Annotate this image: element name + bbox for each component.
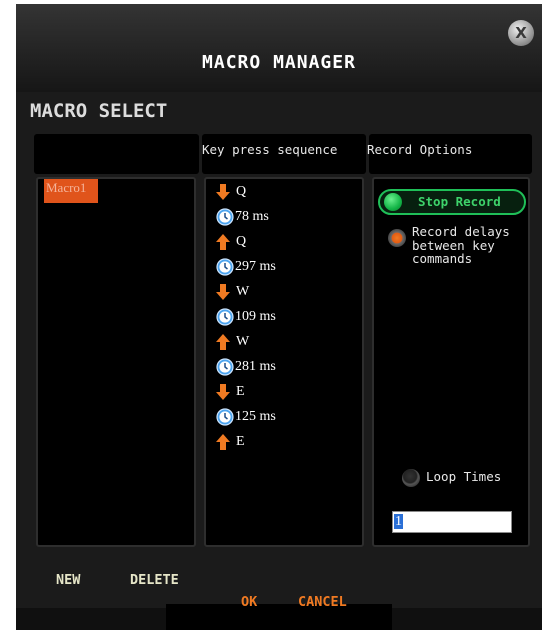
arrow-down-icon — [216, 184, 230, 200]
delete-button[interactable]: DELETE — [130, 572, 179, 588]
key-sequence-list[interactable]: Q 78 ms Q 297 ms W 109 ms W 281 ms E 125 ms E — [204, 177, 364, 547]
record-delays-label: Record delays between key commands — [412, 224, 510, 266]
clock-icon — [216, 408, 234, 426]
sequence-step[interactable]: Q — [216, 180, 246, 204]
sequence-step[interactable]: 281 ms — [216, 355, 276, 379]
sequence-step-label: 297 ms — [235, 259, 276, 274]
sequence-step-label: 109 ms — [235, 309, 276, 324]
sequence-step[interactable]: E — [216, 380, 245, 404]
sequence-step-label: Q — [236, 234, 247, 249]
bottom-button-bar — [166, 604, 392, 630]
title-bar: MACRO MANAGER X — [16, 4, 542, 92]
sequence-column-label: Key press sequence — [202, 142, 338, 157]
sequence-step-label: 281 ms — [235, 359, 276, 374]
loop-times-value: 1 — [394, 514, 403, 529]
record-column-header: Record Options — [367, 134, 532, 174]
arrow-down-icon — [216, 284, 230, 300]
stop-record-button[interactable]: Stop Record — [378, 189, 526, 215]
close-icon[interactable]: X — [508, 20, 534, 46]
clock-icon — [216, 308, 234, 326]
sequence-step-label: 78 ms — [235, 209, 269, 224]
sequence-step[interactable]: W — [216, 330, 249, 354]
macros-column-header — [34, 134, 199, 174]
record-column-label: Record Options — [367, 142, 473, 157]
sequence-step[interactable]: E — [216, 430, 245, 454]
arrow-up-icon — [216, 434, 230, 450]
clock-icon — [216, 258, 234, 276]
record-delays-radio[interactable] — [388, 229, 406, 247]
sequence-step-label: E — [236, 434, 245, 449]
sequence-step-label: Q — [236, 184, 247, 199]
arrow-down-icon — [216, 384, 230, 400]
sequence-step[interactable]: 125 ms — [216, 405, 276, 429]
macro-list-item[interactable]: Macro1 — [44, 179, 98, 203]
arrow-up-icon — [216, 334, 230, 350]
sequence-step[interactable]: W — [216, 280, 249, 304]
ok-button[interactable]: OK — [241, 594, 257, 610]
sequence-step-label: E — [236, 384, 245, 399]
record-options-panel: Stop Record Record delays between key co… — [372, 177, 530, 547]
sequence-step[interactable]: Q — [216, 230, 246, 254]
arrow-up-icon — [216, 234, 230, 250]
record-indicator-icon — [384, 193, 402, 211]
sequence-step[interactable]: 297 ms — [216, 255, 276, 279]
section-title: MACRO SELECT — [30, 100, 168, 122]
loop-times-input[interactable]: 1 — [392, 511, 512, 533]
loop-times-label: Loop Times — [426, 469, 502, 484]
sequence-step-label: W — [236, 334, 250, 349]
clock-icon — [216, 358, 234, 376]
sequence-step[interactable]: 78 ms — [216, 205, 269, 229]
sequence-step[interactable]: 109 ms — [216, 305, 276, 329]
sequence-column-header: Key press sequence — [202, 134, 366, 174]
cancel-button[interactable]: CANCEL — [298, 594, 347, 610]
window-title: MACRO MANAGER — [202, 52, 356, 73]
loop-times-radio[interactable] — [402, 469, 420, 487]
macro-list[interactable]: Macro1 — [36, 177, 196, 547]
sequence-step-label: 125 ms — [235, 409, 276, 424]
sequence-step-label: W — [236, 284, 250, 299]
clock-icon — [216, 208, 234, 226]
stop-record-label: Stop Record — [418, 194, 501, 209]
new-button[interactable]: NEW — [56, 572, 80, 588]
macro-manager-window: MACRO MANAGER X MACRO SELECT Key press s… — [16, 4, 542, 630]
